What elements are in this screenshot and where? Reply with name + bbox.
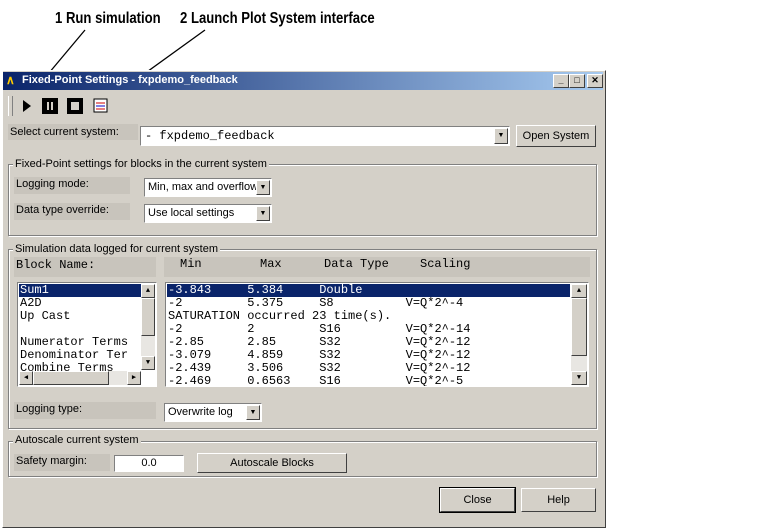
min-header: Min [180,257,202,271]
toolbar-grip [8,96,13,116]
scroll-thumb[interactable] [141,298,155,336]
scroll-right-icon[interactable]: ▶ [127,371,141,385]
data-type-override-value: Use local settings [148,207,235,219]
chevron-down-icon[interactable]: ▼ [246,405,260,420]
data-type-override-select[interactable]: Use local settings ▼ [144,204,272,223]
chevron-down-icon[interactable]: ▼ [256,206,270,221]
simulation-data-label: Simulation data logged for current syste… [13,243,220,255]
autoscale-label: Autoscale current system [13,434,141,446]
chevron-down-icon[interactable]: ▼ [256,180,270,195]
logging-mode-label: Logging mode: [14,177,130,194]
scroll-down-icon[interactable]: ▼ [571,371,587,385]
help-button[interactable]: Help [521,488,596,512]
block-list-hscrollbar[interactable]: ◀ ▶ [19,371,141,385]
scroll-thumb[interactable] [33,371,109,385]
maximize-icon[interactable]: □ [569,74,585,88]
logging-mode-select[interactable]: Min, max and overflow ▼ [144,178,272,197]
stop-icon[interactable] [67,98,83,114]
scroll-up-icon[interactable]: ▲ [141,284,155,298]
fixed-point-settings-label: Fixed-Point settings for blocks in the c… [13,158,269,170]
close-icon[interactable]: ✕ [587,74,603,88]
safety-margin-label: Safety margin: [14,454,110,471]
data-type-override-label: Data type override: [14,203,130,220]
system-combobox-value: - fxpdemo_feedback [145,129,275,143]
autoscale-blocks-button[interactable]: Autoscale Blocks [197,453,347,473]
fixed-point-settings-group [8,164,597,236]
logging-type-label: Logging type: [14,402,156,419]
chevron-down-icon[interactable]: ▼ [494,128,508,144]
matlab-logo-icon: ∧ [6,73,15,87]
table-row[interactable]: -2.469 0.6563 S16 V=Q*2^-5 [168,375,463,387]
scaling-header: Scaling [420,257,471,271]
plot-system-icon[interactable] [93,98,109,114]
logged-data-list[interactable]: -3.843 5.384 Double -2 5.375 S8 V=Q*2^-4… [165,282,589,387]
safety-margin-input[interactable]: 0.0 [114,455,184,472]
data-header-bar: Min Max Data Type Scaling [164,257,590,277]
close-button[interactable]: Close [439,487,516,513]
logging-type-select[interactable]: Overwrite log ▼ [164,403,262,422]
select-system-label: Select current system: [8,124,138,140]
logging-type-value: Overwrite log [168,406,233,418]
window-title: Fixed-Point Settings - fxpdemo_feedback [22,74,238,86]
system-combobox[interactable]: - fxpdemo_feedback ▼ [140,126,510,146]
run-icon[interactable] [20,98,34,114]
max-header: Max [260,257,282,271]
data-type-header: Data Type [324,257,389,271]
scroll-left-icon[interactable]: ◀ [19,371,33,385]
scroll-thumb[interactable] [571,298,587,356]
open-system-button[interactable]: Open System [516,125,596,147]
minimize-icon[interactable]: _ [553,74,569,88]
scroll-up-icon[interactable]: ▲ [571,284,587,298]
pause-icon[interactable] [42,98,58,114]
data-list-vscrollbar[interactable]: ▲ ▼ [571,284,587,385]
block-name-header: Block Name: [14,257,156,277]
list-item[interactable]: Up Cast [20,310,70,323]
scroll-down-icon[interactable]: ▼ [141,356,155,370]
block-name-list[interactable]: Sum1 A2D Up Cast Numerator Terms Denomin… [17,282,157,387]
logging-mode-value: Min, max and overflow [148,181,259,193]
block-list-vscrollbar[interactable]: ▲ ▼ [141,284,155,370]
